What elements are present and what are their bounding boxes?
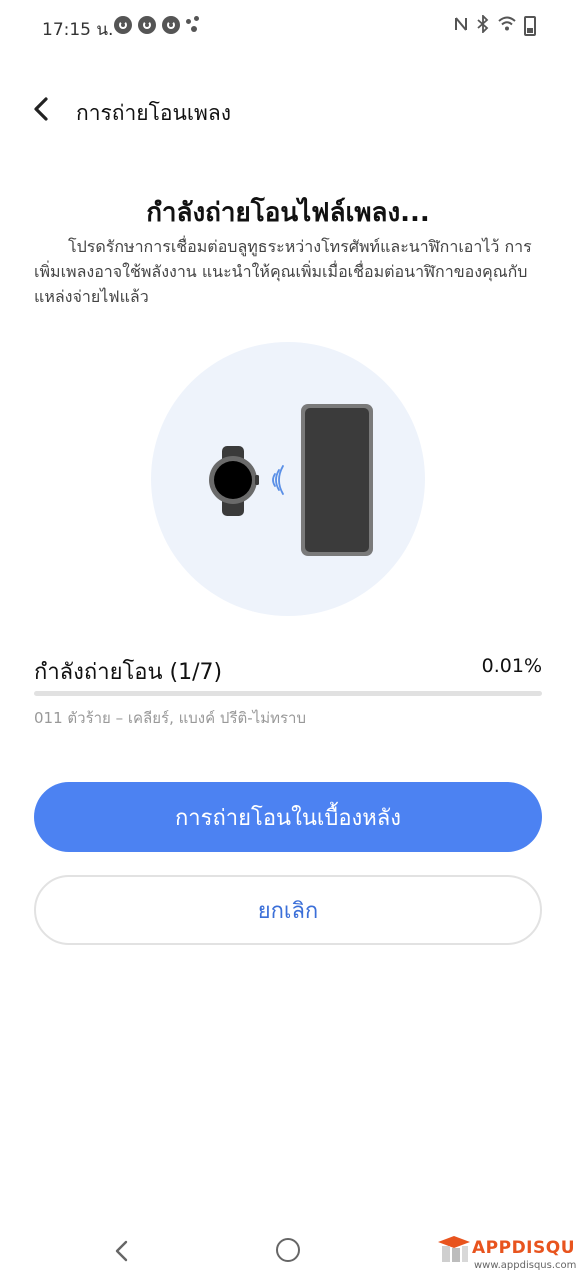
notification-app-icon (162, 16, 180, 34)
smartwatch-icon (209, 446, 259, 516)
bluetooth-icon (476, 13, 490, 37)
notification-app-icon (138, 16, 156, 34)
signal-waves-icon (272, 465, 284, 495)
watermark-logo: APPDISQUS www.appdisqus.com (436, 1232, 576, 1272)
transfer-description: โปรดรักษาการเชื่อมต่อบลูทูธระหว่างโทรศัพ… (34, 237, 532, 306)
transfer-illustration (151, 342, 425, 616)
top-app-bar: การถ่ายโอนเพลง (0, 80, 576, 140)
notification-app-icon (114, 16, 132, 34)
progress-bar (34, 691, 542, 696)
status-notification-icons (114, 16, 202, 34)
nfc-icon (454, 16, 468, 36)
cancel-button[interactable]: ยกเลิก (34, 875, 542, 945)
transfer-in-background-button[interactable]: การถ่ายโอนในเบื้องหลัง (34, 782, 542, 852)
nav-back-icon[interactable] (108, 1234, 136, 1268)
status-time: 17:15 น. (42, 20, 114, 40)
page-title: การถ่ายโอนเพลง (76, 101, 231, 125)
current-song-name: 011 ตัวร้าย – เคลียร์, แบงค์ ปรีติ-ไม่ทร… (34, 709, 306, 727)
chevron-left-icon (34, 97, 48, 121)
nav-home-icon[interactable] (276, 1238, 300, 1262)
wifi-icon (498, 16, 516, 36)
watermark-brand: APPDISQUS (472, 1238, 576, 1258)
battery-icon (524, 16, 536, 36)
watermark-url: www.appdisqus.com (474, 1260, 576, 1271)
status-system-icons (454, 13, 536, 37)
assistant-dots-icon (186, 16, 202, 34)
transfer-heading: กำลังถ่ายโอนไฟล์เพลง... (146, 198, 430, 228)
smartphone-icon (301, 404, 373, 556)
progress-label: กำลังถ่ายโอน (1/7) (34, 660, 223, 685)
back-button[interactable] (28, 90, 62, 128)
status-bar: 17:15 น. (0, 0, 576, 52)
progress-percent: 0.01% (481, 655, 542, 677)
watermark-mark-icon (438, 1236, 470, 1262)
